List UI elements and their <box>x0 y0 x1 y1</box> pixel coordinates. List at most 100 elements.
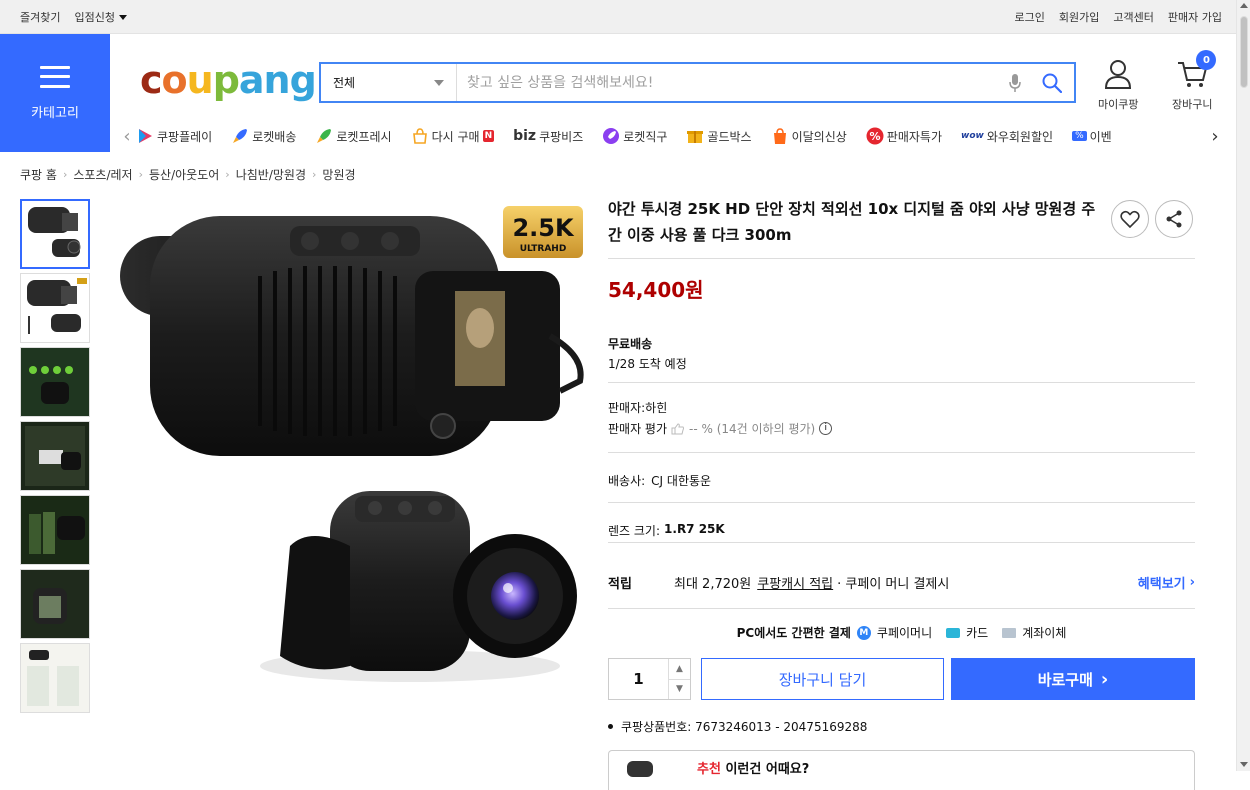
signup-link[interactable]: 회원가입 <box>1059 9 1099 25</box>
breadcrumb-item[interactable]: 쿠팡 홈 <box>20 166 57 183</box>
bookmark-link[interactable]: 즐겨찾기 <box>20 9 60 25</box>
breadcrumb-item[interactable]: 스포츠/레저 <box>73 166 132 183</box>
wishlist-button[interactable] <box>1111 200 1149 238</box>
shipping-label: 무료배송 <box>608 337 653 351</box>
rocket-fresh-icon <box>317 129 332 143</box>
chevron-left-icon[interactable]: ‹ <box>118 126 136 147</box>
quick-item-coupang-play[interactable]: 쿠팡플레이 <box>136 127 212 145</box>
chevron-right-icon[interactable]: › <box>1206 126 1224 147</box>
caret-down-icon <box>118 15 127 20</box>
thumbs-up-icon <box>671 422 685 434</box>
seller-rating-value: -- % (14건 이하의 평가) <box>689 422 816 436</box>
quick-item-new-arrivals[interactable]: 이달의신상 <box>771 127 847 145</box>
microphone-icon <box>1009 73 1021 92</box>
quick-item-label: 로켓직구 <box>623 129 668 144</box>
quick-item-rocket-global[interactable]: 로켓직구 <box>602 127 667 145</box>
info-icon[interactable]: i <box>819 422 833 435</box>
thumbnail-1[interactable] <box>20 199 90 269</box>
quantity-down-icon[interactable]: ▼ <box>669 678 690 700</box>
arrival-date: 1/28 도착 예정 <box>608 357 687 371</box>
scrollbar-thumb[interactable] <box>1240 16 1248 88</box>
thumbnail-7[interactable] <box>20 643 90 713</box>
thumbnail-4[interactable] <box>20 421 90 491</box>
carrier-name: CJ 대한통운 <box>651 474 712 488</box>
search-category-select[interactable]: 전체 <box>321 64 457 101</box>
dropdown-arrow-icon <box>434 79 444 86</box>
quick-item-seller-deals[interactable]: % 판매자특가 <box>866 127 942 145</box>
breadcrumb-item[interactable]: 망원경 <box>322 166 355 183</box>
quick-item-rebuy[interactable]: 다시 구매 N <box>411 127 495 145</box>
option-row: 렌즈 크기: 1.R7 25K <box>608 522 725 539</box>
card-icon <box>946 627 961 638</box>
coupay-icon: M <box>856 625 871 640</box>
share-button[interactable] <box>1155 200 1193 238</box>
biz-icon: biz <box>513 128 537 144</box>
quick-item-label: 쿠팡비즈 <box>539 129 584 144</box>
buy-now-button[interactable]: 바로구매 › <box>951 658 1195 700</box>
benefit-link[interactable]: 혜택보기 › <box>1138 573 1195 592</box>
search-button[interactable] <box>1030 73 1074 93</box>
thumbnail-6[interactable] <box>20 569 90 639</box>
quick-item-wow-discount[interactable]: wow 와우회원할인 <box>961 128 1053 145</box>
quick-item-event[interactable]: % 이벤 <box>1072 128 1112 145</box>
scroll-up-icon[interactable] <box>1240 3 1248 8</box>
search-category-value: 전체 <box>333 76 356 90</box>
recommend-highlight: 추천 <box>697 762 721 777</box>
search-input[interactable] <box>457 64 1000 101</box>
resolution-badge-sub: ULTRAHD <box>520 244 567 254</box>
login-link[interactable]: 로그인 <box>1015 9 1045 25</box>
bullet-icon <box>608 724 613 729</box>
svg-text:%: % <box>869 130 880 143</box>
my-coupang-button[interactable]: 마이쿠팡 <box>1098 58 1138 112</box>
divider <box>608 502 1195 503</box>
rocket-global-icon <box>603 128 620 144</box>
main-product-image[interactable]: 2.5K ULTRAHD <box>110 196 590 691</box>
new-badge: N <box>482 130 495 142</box>
quick-item-label: 로켓배송 <box>252 129 297 144</box>
chevron-right-icon: › <box>1189 575 1195 590</box>
wow-icon: wow <box>961 131 984 141</box>
category-menu-button[interactable]: 카테고리 <box>0 34 110 152</box>
quick-item-rocket-delivery[interactable]: 로켓배송 <box>231 127 296 145</box>
scroll-down-icon[interactable] <box>1240 762 1248 767</box>
recommend-text: 이런건 어때요? <box>725 762 810 777</box>
breadcrumb-item[interactable]: 나침반/망원경 <box>236 166 306 183</box>
percent-icon: % <box>866 127 884 145</box>
coupang-cash-link[interactable]: 쿠팡캐시 적립 <box>757 573 833 592</box>
page-scrollbar[interactable] <box>1236 0 1250 771</box>
carrier-row: 배송사: CJ 대한통운 <box>608 472 711 489</box>
seller-signup-link[interactable]: 판매자 가입 <box>1168 9 1222 25</box>
recommend-thumbnail[interactable] <box>627 761 653 777</box>
quantity-value[interactable]: 1 <box>609 659 668 699</box>
coupang-logo[interactable]: coupang <box>140 58 317 102</box>
option-value[interactable]: 1.R7 25K <box>664 522 725 539</box>
thumbnail-2[interactable] <box>20 273 90 343</box>
breadcrumb-item[interactable]: 등산/아웃도어 <box>149 166 219 183</box>
add-to-cart-button[interactable]: 장바구니 담기 <box>701 658 944 700</box>
quantity-up-icon[interactable]: ▲ <box>669 659 690 679</box>
breadcrumb: 쿠팡 홈 › 스포츠/레저 › 등산/아웃도어 › 나침반/망원경 › 망원경 <box>20 166 356 183</box>
play-icon <box>139 129 152 143</box>
share-icon <box>1166 210 1182 228</box>
seller-apply-link[interactable]: 입점신청 <box>74 9 127 25</box>
quick-item-rocket-fresh[interactable]: 로켓프레시 <box>315 127 392 145</box>
quick-menu: ‹ 쿠팡플레이 로켓배송 로켓프레시 다시 구매 N biz 쿠팡비즈 로켓직구 <box>118 122 1224 150</box>
chevron-right-icon: › <box>225 168 230 181</box>
voice-search-button[interactable] <box>1000 73 1030 93</box>
rocket-icon <box>233 129 248 143</box>
quick-item-goldbox[interactable]: 골드박스 <box>686 127 752 145</box>
seller-name-link[interactable]: 판매자:하힌 <box>608 399 667 416</box>
payment-method: 카드 <box>966 626 989 640</box>
customer-center-link[interactable]: 고객센터 <box>1113 9 1153 25</box>
product-number: 쿠팡상품번호: 7673246013 - 20475169288 <box>608 718 867 735</box>
chevron-right-icon: › <box>62 168 68 181</box>
product-title: 야간 투시경 25K HD 단안 장치 적외선 10x 디지털 줌 야외 사냥 … <box>608 200 1096 244</box>
cart-count-badge: 0 <box>1196 50 1217 70</box>
quick-item-label: 판매자특가 <box>886 129 942 144</box>
bank-transfer-icon <box>1002 627 1017 638</box>
thumbnail-3[interactable] <box>20 347 90 417</box>
thumbnail-5[interactable] <box>20 495 90 565</box>
new-icon <box>773 128 786 144</box>
cart-button[interactable]: 장바구니 0 <box>1172 50 1217 112</box>
quick-item-coupang-biz[interactable]: biz 쿠팡비즈 <box>513 128 583 145</box>
